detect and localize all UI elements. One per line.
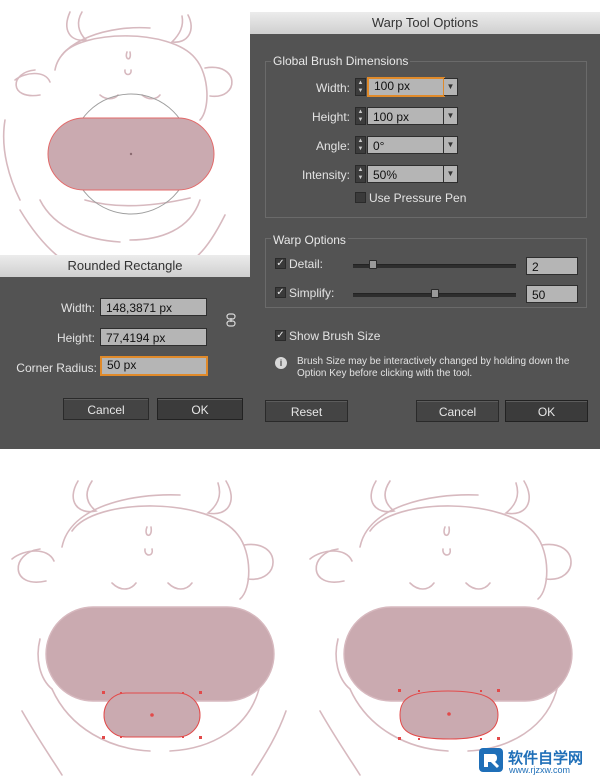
width-stepper[interactable]: ▲ ▼ bbox=[355, 78, 366, 96]
warp-tool-options-dialog: Warp Tool Options Global Brush Dimension… bbox=[250, 12, 600, 449]
show-brush-size-label: Show Brush Size bbox=[289, 329, 381, 343]
use-pressure-pen-checkbox[interactable] bbox=[355, 192, 366, 203]
simplify-field[interactable]: 50 bbox=[526, 285, 578, 303]
width-label: Width: bbox=[315, 81, 350, 95]
detail-slider-thumb[interactable] bbox=[369, 260, 377, 269]
use-pressure-pen-label: Use Pressure Pen bbox=[369, 191, 467, 205]
intensity-dropdown-arrow[interactable]: ▼ bbox=[444, 165, 458, 183]
height-stepper[interactable]: ▲ ▼ bbox=[355, 107, 366, 125]
detail-checkbox[interactable]: ✓ bbox=[275, 258, 286, 269]
sketch-canvas-bottom-left bbox=[11, 480, 287, 776]
info-icon: i bbox=[275, 357, 287, 369]
width-label: Width: bbox=[60, 301, 95, 315]
sketch-canvas-bottom-right bbox=[309, 480, 573, 776]
height-label: Height: bbox=[56, 331, 95, 345]
global-brush-dimensions-title: Global Brush Dimensions bbox=[271, 54, 411, 68]
simplify-slider-thumb[interactable] bbox=[431, 289, 439, 298]
rounded-rectangle-dialog: Rounded Rectangle Width: 148,3871 px Hei… bbox=[0, 255, 250, 449]
detail-field[interactable]: 2 bbox=[526, 257, 578, 275]
height-field[interactable]: 77,4194 px bbox=[100, 328, 207, 346]
width-dropdown-arrow[interactable]: ▼ bbox=[444, 78, 458, 96]
intensity-stepper[interactable]: ▲ ▼ bbox=[355, 165, 366, 183]
cancel-button[interactable]: Cancel bbox=[63, 398, 149, 420]
angle-dropdown-arrow[interactable]: ▼ bbox=[444, 136, 458, 154]
dialog-title: Warp Tool Options bbox=[250, 12, 600, 34]
corner-radius-label: Corner Radius: bbox=[16, 361, 97, 375]
height-label: Height: bbox=[311, 110, 350, 124]
ok-button[interactable]: OK bbox=[505, 400, 588, 422]
corner-radius-field[interactable]: 50 px bbox=[100, 356, 208, 376]
intensity-label: Intensity: bbox=[301, 168, 350, 182]
dialog-title: Rounded Rectangle bbox=[0, 255, 250, 277]
cancel-button[interactable]: Cancel bbox=[416, 400, 499, 422]
ok-button[interactable]: OK bbox=[157, 398, 243, 420]
show-brush-size-checkbox[interactable]: ✓ bbox=[275, 330, 286, 341]
watermark-logo-icon bbox=[478, 747, 504, 773]
watermark-url: www.rjzxw.com bbox=[509, 765, 571, 775]
simplify-label: Simplify: bbox=[289, 286, 335, 300]
width-field[interactable]: 100 px bbox=[367, 77, 445, 97]
width-field[interactable]: 148,3871 px bbox=[100, 298, 207, 316]
info-text: Brush Size may be interactively changed … bbox=[297, 356, 570, 379]
intensity-field[interactable]: 50% bbox=[367, 165, 444, 183]
warp-options-title: Warp Options bbox=[271, 233, 348, 247]
height-field[interactable]: 100 px bbox=[367, 107, 444, 125]
reset-button[interactable]: Reset bbox=[265, 400, 348, 422]
angle-label: Angle: bbox=[315, 139, 350, 153]
detail-slider-track[interactable] bbox=[353, 264, 516, 268]
height-dropdown-arrow[interactable]: ▼ bbox=[444, 107, 458, 125]
simplify-checkbox[interactable]: ✓ bbox=[275, 287, 286, 298]
sketch-canvas-top bbox=[2, 11, 233, 259]
angle-field[interactable]: 0° bbox=[367, 136, 444, 154]
watermark: 软件自学网 www.rjzxw.com bbox=[478, 747, 596, 775]
detail-label: Detail: bbox=[289, 257, 324, 271]
constrain-proportions-icon[interactable] bbox=[224, 313, 238, 327]
angle-stepper[interactable]: ▲ ▼ bbox=[355, 136, 366, 154]
